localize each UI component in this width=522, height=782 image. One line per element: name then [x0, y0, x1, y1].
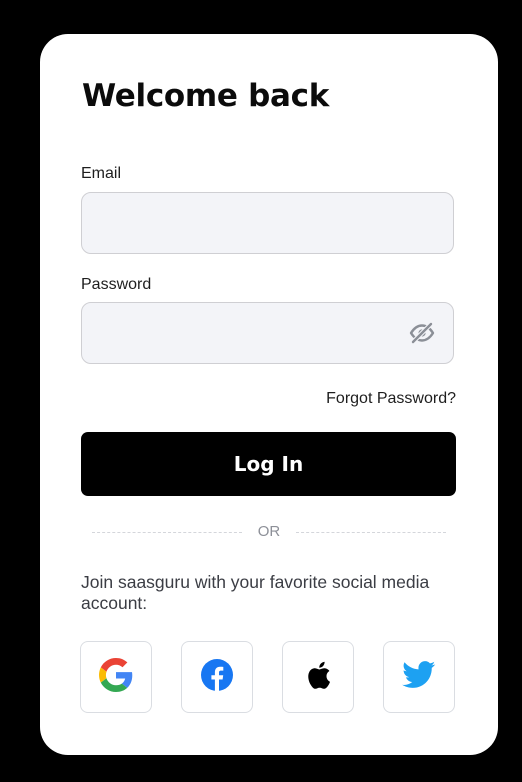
- password-label: Password: [81, 276, 152, 293]
- login-card: Welcome back Email Password Forgot Passw…: [40, 34, 498, 755]
- facebook-login-button[interactable]: [181, 641, 253, 713]
- twitter-icon: [402, 660, 436, 694]
- email-field-wrapper: [81, 192, 454, 254]
- eye-off-icon[interactable]: [409, 321, 435, 345]
- divider-line-right: [296, 532, 446, 533]
- social-prompt: Join saasguru with your favorite social …: [81, 572, 430, 613]
- apple-icon: [304, 659, 332, 696]
- google-icon: [99, 657, 133, 697]
- or-divider: OR: [92, 523, 446, 543]
- login-button[interactable]: Log In: [81, 432, 456, 496]
- google-login-button[interactable]: [80, 641, 152, 713]
- password-field[interactable]: [82, 303, 453, 363]
- email-label: Email: [81, 165, 122, 182]
- page-title: Welcome back: [82, 78, 330, 114]
- twitter-login-button[interactable]: [383, 641, 455, 713]
- email-field[interactable]: [82, 193, 453, 253]
- forgot-password-link[interactable]: Forgot Password?: [326, 390, 456, 408]
- facebook-icon: [200, 658, 234, 697]
- apple-login-button[interactable]: [282, 641, 354, 713]
- password-field-wrapper: [81, 302, 454, 364]
